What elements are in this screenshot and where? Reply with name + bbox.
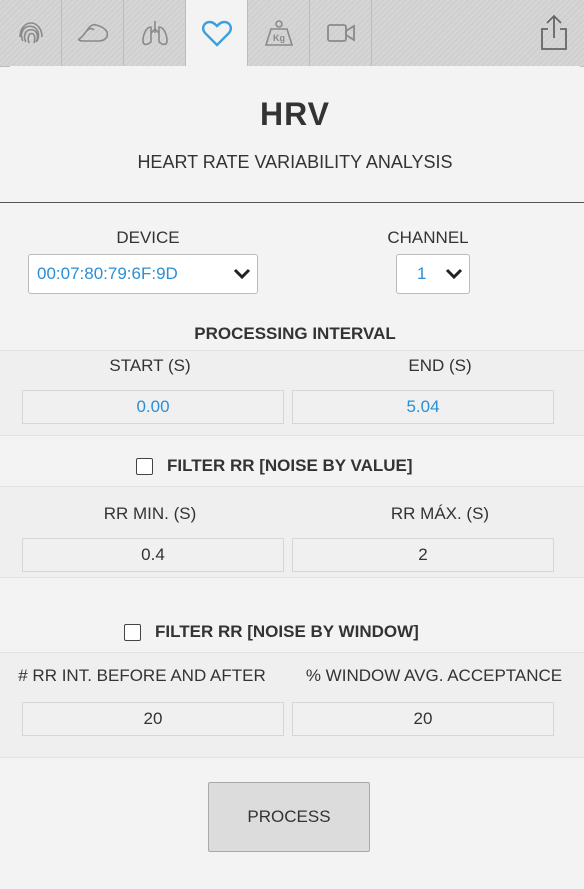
channel-label: CHANNEL <box>387 228 469 247</box>
channel-select[interactable]: 1 <box>396 254 470 294</box>
chevron-down-icon <box>445 268 463 280</box>
end-label: END (S) <box>408 356 472 375</box>
device-label: DEVICE <box>116 228 180 247</box>
filter-window-label: FILTER RR [NOISE BY WINDOW] <box>155 622 419 641</box>
fingerprint-icon <box>18 22 43 44</box>
filter-value-row: FILTER RR [NOISE BY VALUE] <box>136 456 413 476</box>
rr-max-label: RR MÁX. (S) <box>390 504 490 523</box>
filter-value-label: FILTER RR [NOISE BY VALUE] <box>167 456 413 475</box>
tab-video[interactable] <box>310 0 372 66</box>
rr-int-label: # RR INT. BEFORE AND AFTER <box>18 666 266 685</box>
rr-min-input[interactable]: 0.4 <box>22 538 284 572</box>
share-icon <box>541 14 567 50</box>
arm-muscle-icon <box>77 23 108 42</box>
tab-weight[interactable]: Kg <box>248 0 310 66</box>
filter-window-row: FILTER RR [NOISE BY WINDOW] <box>124 622 419 642</box>
svg-text:Kg: Kg <box>273 33 285 43</box>
window-accept-input[interactable]: 20 <box>292 702 554 736</box>
tab-respiration[interactable] <box>124 0 186 66</box>
start-label: START (S) <box>109 356 191 375</box>
chevron-down-icon <box>233 268 251 280</box>
header-divider <box>0 202 584 203</box>
device-select[interactable]: 00:07:80:79:6F:9D <box>28 254 258 294</box>
channel-value: 1 <box>417 264 427 283</box>
lungs-icon <box>141 21 168 46</box>
window-accept-label: % WINDOW AVG. ACCEPTANCE <box>305 666 563 685</box>
filter-value-checkbox[interactable] <box>136 457 153 475</box>
heart-icon <box>201 20 232 47</box>
page-title: HRV <box>260 96 330 132</box>
end-input[interactable]: 5.04 <box>292 390 554 424</box>
tab-fingerprint[interactable] <box>0 0 62 66</box>
hrv-panel: HRV HEART RATE VARIABILITY ANALYSIS DEVI… <box>0 66 584 889</box>
weight-kg-icon: Kg <box>264 20 293 46</box>
tab-emg[interactable] <box>62 0 124 66</box>
tab-hrv[interactable] <box>186 0 248 67</box>
page-subtitle: HEART RATE VARIABILITY ANALYSIS <box>137 152 453 172</box>
rr-max-input[interactable]: 2 <box>292 538 554 572</box>
video-camera-icon <box>326 24 355 42</box>
share-button[interactable] <box>536 12 572 52</box>
start-input[interactable]: 0.00 <box>22 390 284 424</box>
rr-int-input[interactable]: 20 <box>22 702 284 736</box>
process-button[interactable]: PROCESS <box>208 782 370 852</box>
tab-bar: Kg <box>0 0 584 67</box>
rr-min-label: RR MIN. (S) <box>103 504 197 523</box>
filter-window-checkbox[interactable] <box>124 623 141 641</box>
processing-interval-label: PROCESSING INTERVAL <box>194 324 396 343</box>
device-value: 00:07:80:79:6F:9D <box>37 264 178 283</box>
